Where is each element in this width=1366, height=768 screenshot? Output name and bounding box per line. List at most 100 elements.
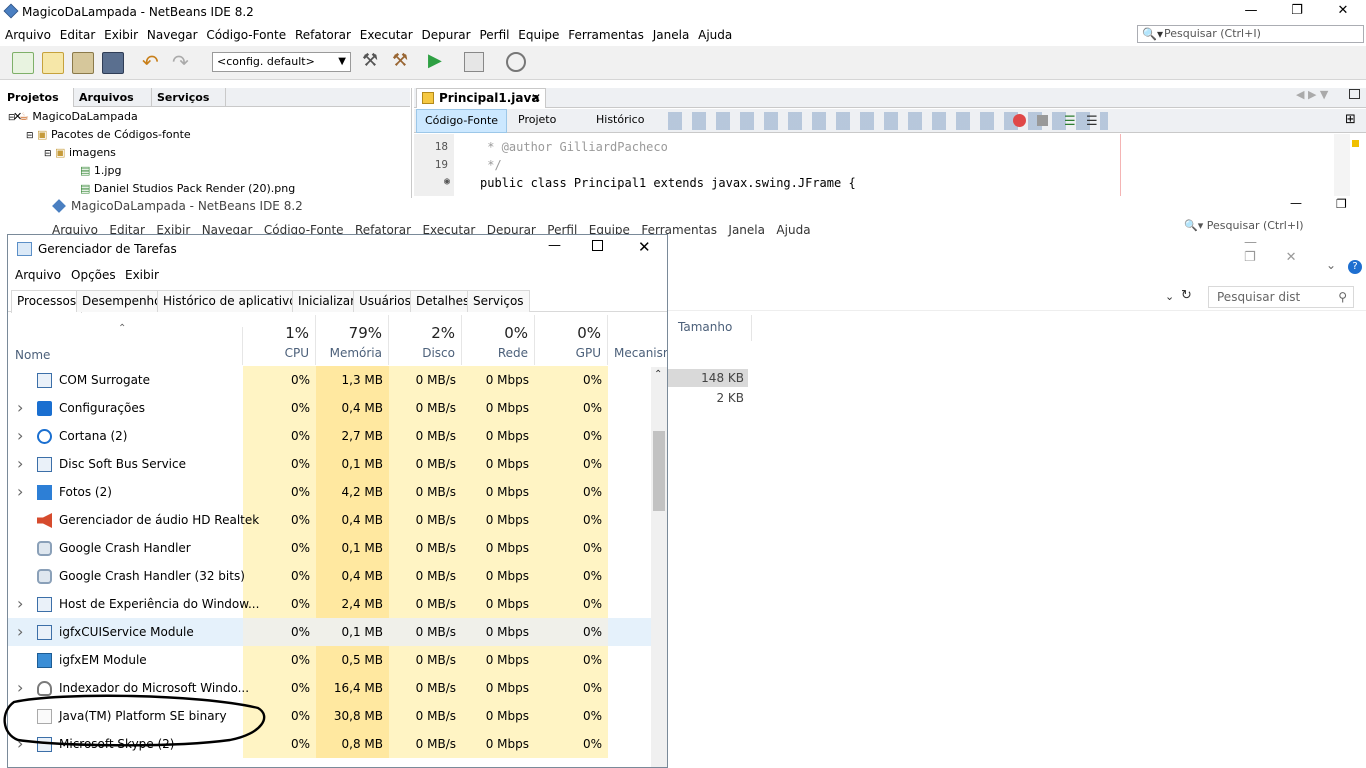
process-row[interactable]: Gerenciador de áudio HD Realtek 0% 0,4 MB 0… xyxy=(8,506,653,534)
tab-codigo-fonte[interactable]: Código-Fonte xyxy=(416,109,508,133)
process-row[interactable]: COM Surrogate 0% 1,3 MB 0 MB/s 0 Mbps 0% xyxy=(8,366,653,394)
config-select[interactable]: <config. default> ▼ xyxy=(212,52,351,72)
process-row[interactable]: › Host de Experiência do Window... 0% 2,4 M… xyxy=(8,590,653,618)
menu-ferramentas[interactable]: Ferramentas xyxy=(568,24,644,46)
minimize-button[interactable]: — xyxy=(548,238,561,253)
menu-exibir[interactable]: Exibir xyxy=(125,268,159,282)
ide-search-input[interactable]: 🔍▾ Pesquisar (Ctrl+I) xyxy=(1137,25,1364,43)
process-row[interactable]: › Disc Soft Bus Service 0% 0,1 MB 0 MB/s 0 Mb… xyxy=(8,450,653,478)
tab-projeto[interactable]: Projeto xyxy=(510,109,564,133)
tab-servicos[interactable]: Serviços xyxy=(467,290,530,312)
menu-arquivo[interactable]: Arquivo xyxy=(15,268,61,282)
menu-ajuda[interactable]: Ajuda xyxy=(698,24,732,46)
run-icon[interactable]: ▶ xyxy=(428,50,442,71)
save-all-icon[interactable] xyxy=(102,52,124,74)
editor-scrollbar[interactable] xyxy=(1334,134,1350,196)
profile-icon[interactable] xyxy=(506,52,526,72)
tab-principal1-java[interactable]: Principal1.java ✕ xyxy=(416,88,546,108)
process-row[interactable]: Google Crash Handler (32 bits) 0% 0,4 MB 0 … xyxy=(8,562,653,590)
stop-icon[interactable] xyxy=(1037,115,1048,126)
new-file-icon[interactable] xyxy=(12,52,34,74)
split-editor-icon[interactable]: ⊞ xyxy=(1345,112,1356,127)
vertical-scrollbar[interactable]: ⌃ xyxy=(651,367,667,767)
chevron-down-icon[interactable]: ⌄ xyxy=(1326,258,1336,272)
comment-icon[interactable]: ☰ xyxy=(1064,114,1076,129)
menu-equipe[interactable]: Equipe xyxy=(518,24,559,46)
tree-node-project[interactable]: ⊟ ☕ MagicoDaLampada xyxy=(8,110,138,123)
collapse-icon[interactable]: ⊟ xyxy=(8,113,16,123)
column-header-disco[interactable]: 2% Disco xyxy=(389,315,462,365)
clean-build-icon[interactable]: ⚒ xyxy=(392,50,408,71)
maximize-icon[interactable] xyxy=(1349,89,1360,99)
scroll-thumb[interactable] xyxy=(653,431,665,511)
process-row[interactable]: › igfxCUIService Module 0% 0,1 MB 0 MB/s 0 Mb… xyxy=(8,618,653,646)
tab-projetos[interactable]: Projetos ✕ xyxy=(2,88,74,123)
column-header-cpu[interactable]: 1% CPU xyxy=(243,315,316,365)
menu-opcoes[interactable]: Opções xyxy=(71,268,116,282)
ghost-minimize-icon[interactable]: — xyxy=(1290,196,1302,210)
expand-chevron-icon[interactable]: › xyxy=(17,450,23,478)
expand-chevron-icon[interactable]: › xyxy=(17,478,23,506)
close-icon[interactable]: ✕ xyxy=(531,89,541,107)
expand-chevron-icon[interactable]: › xyxy=(17,618,23,646)
menu-codigo-fonte[interactable]: Código-Fonte xyxy=(206,24,286,46)
expand-chevron-icon[interactable]: › xyxy=(17,394,23,422)
column-header-gpu[interactable]: 0% GPU xyxy=(535,315,608,365)
expand-chevron-icon[interactable]: › xyxy=(17,590,23,618)
record-macro-icon[interactable] xyxy=(1013,114,1026,127)
redo-icon[interactable]: ↷ xyxy=(172,50,189,74)
new-project-icon[interactable] xyxy=(42,52,64,74)
tree-node-packages[interactable]: ⊟ ▣ Pacotes de Códigos-fonte xyxy=(26,128,191,141)
column-header-memoria[interactable]: 79% Memória xyxy=(316,315,389,365)
address-dropdown-icon[interactable]: ⌄ xyxy=(1165,290,1174,303)
menu-depurar[interactable]: Depurar xyxy=(422,24,471,46)
open-project-icon[interactable] xyxy=(72,52,94,74)
menu-executar[interactable]: Executar xyxy=(360,24,413,46)
ghost-maximize-icon[interactable]: ❐ xyxy=(1336,197,1347,211)
ghost-window-controls[interactable]: —❐✕ xyxy=(1244,235,1366,265)
menu-perfil[interactable]: Perfil xyxy=(479,24,509,46)
tree-node-file[interactable]: ▤ 1.jpg xyxy=(80,164,121,177)
menu-janela[interactable]: Janela xyxy=(653,24,690,46)
tab-scroll-left-icon[interactable]: ◀ ▶ ▼ xyxy=(1296,88,1328,101)
expand-chevron-icon[interactable]: › xyxy=(17,422,23,450)
tree-node-file[interactable]: ▤ Daniel Studios Pack Render (20).png xyxy=(80,182,295,195)
minimize-button[interactable]: — xyxy=(1228,0,1274,24)
process-row[interactable]: › Configurações 0% 0,4 MB 0 MB/s 0 Mbps 0% xyxy=(8,394,653,422)
scroll-up-arrow-icon[interactable]: ⌃ xyxy=(654,369,662,380)
tree-node-folder[interactable]: ⊟ ▣ imagens xyxy=(44,146,116,159)
tab-processos[interactable]: Processos xyxy=(11,290,83,313)
tab-usuarios[interactable]: Usuários xyxy=(353,290,417,312)
menu-navegar[interactable]: Navegar xyxy=(147,24,198,46)
process-row[interactable]: Google Crash Handler 0% 0,1 MB 0 MB/s 0 Mbps… xyxy=(8,534,653,562)
hammer-icon[interactable]: ⚒ xyxy=(362,50,378,71)
help-icon[interactable]: ? xyxy=(1348,260,1362,274)
code-editor[interactable]: * @author GilliardPacheco */ public clas… xyxy=(456,134,1336,196)
maximize-button[interactable]: ❐ xyxy=(1274,0,1320,24)
tab-inicializar[interactable]: Inicializar xyxy=(292,290,362,312)
tab-detalhes[interactable]: Detalhes xyxy=(410,290,476,312)
close-button[interactable]: ✕ xyxy=(638,238,651,256)
menu-arquivo[interactable]: Arquivo xyxy=(5,24,51,46)
column-header-mecanismo[interactable]: Mecanism xyxy=(614,346,667,360)
maximize-button[interactable] xyxy=(592,240,603,251)
tab-desempenho[interactable]: Desempenho xyxy=(76,290,168,312)
process-row[interactable]: › Fotos (2) 0% 4,2 MB 0 MB/s 0 Mbps 0% xyxy=(8,478,653,506)
close-button[interactable]: ✕ xyxy=(1320,0,1366,24)
menu-editar[interactable]: Editar xyxy=(60,24,96,46)
undo-icon[interactable]: ↶ xyxy=(142,50,159,74)
collapse-icon[interactable]: ⊟ xyxy=(26,131,34,141)
tab-historico-aplicativos[interactable]: Histórico de aplicativos xyxy=(157,290,309,312)
collapse-icon[interactable]: ⊟ xyxy=(44,149,52,159)
menu-exibir[interactable]: Exibir xyxy=(104,24,138,46)
column-size-header[interactable]: Tamanho xyxy=(678,320,732,334)
tab-arquivos[interactable]: Arquivos xyxy=(74,88,152,107)
column-header-rede[interactable]: 0% Rede xyxy=(462,315,535,365)
tab-servicos[interactable]: Serviços xyxy=(152,88,226,107)
refresh-icon[interactable]: ↻ xyxy=(1181,288,1192,303)
folder-search-input[interactable]: Pesquisar dist ⚲ xyxy=(1208,286,1354,308)
column-header-nome[interactable]: Nome xyxy=(15,348,50,362)
menu-refatorar[interactable]: Refatorar xyxy=(295,24,351,46)
process-row[interactable]: igfxEM Module 0% 0,5 MB 0 MB/s 0 Mbps 0% xyxy=(8,646,653,674)
process-row[interactable]: › Cortana (2) 0% 2,7 MB 0 MB/s 0 Mbps 0% xyxy=(8,422,653,450)
